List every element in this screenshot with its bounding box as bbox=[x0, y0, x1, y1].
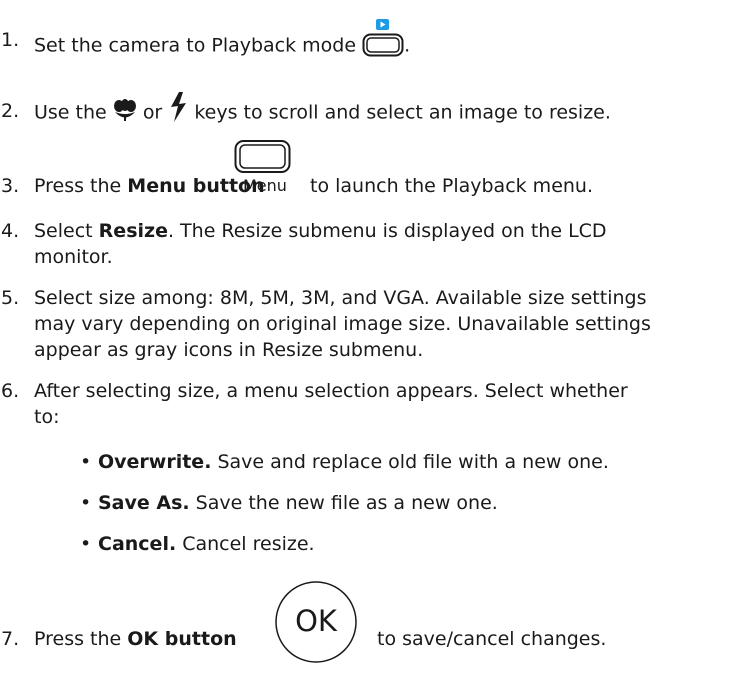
step-1: 1. Set the camera to Playback mode . bbox=[0, 17, 729, 57]
ok-button-label: OK button bbox=[127, 628, 237, 650]
step-4: 4. Select Resize. The Resize submenu is … bbox=[0, 218, 729, 274]
option-cancel: • Cancel. Cancel resize. bbox=[80, 533, 315, 555]
bullet-dot: • bbox=[80, 451, 92, 473]
option-save-as: • Save As. Save the new file as a new one… bbox=[80, 492, 498, 514]
step-number: 3. bbox=[1, 175, 20, 197]
step-text-end: to launch the Playback menu. bbox=[310, 175, 594, 197]
step-text-line2: monitor. bbox=[34, 246, 113, 268]
bullet-dot: • bbox=[80, 492, 92, 514]
step-text: Select Resize. The Resize submenu is dis… bbox=[34, 220, 607, 242]
ok-button-icon: OK bbox=[274, 580, 358, 664]
step-2: 2. Use the or keys to scroll and select … bbox=[0, 92, 729, 128]
step-text-line3: appear as gray icons in Resize submenu. bbox=[34, 339, 424, 361]
step-text: Set the camera to Playback mode . bbox=[34, 19, 410, 65]
step-text-line2: to: bbox=[34, 406, 60, 428]
menu-button-icon: Menu bbox=[229, 140, 295, 198]
step-text-line1: Select size among: 8M, 5M, 3M, and VGA. … bbox=[34, 287, 647, 309]
step-text-line1: After selecting size, a menu selection a… bbox=[34, 380, 628, 402]
step-number: 1. bbox=[1, 29, 20, 51]
step-7: 7. Press the OK button OK to save/cancel… bbox=[0, 580, 729, 664]
macro-flower-icon bbox=[113, 99, 137, 121]
ok-button-text: OK bbox=[295, 604, 337, 638]
playback-button-icon bbox=[362, 19, 404, 57]
menu-button-text: Menu bbox=[243, 176, 287, 195]
bullet-dot: • bbox=[80, 533, 92, 555]
step-text: Press the OK button bbox=[34, 628, 237, 650]
flash-bolt-icon bbox=[168, 92, 188, 122]
step-number: 5. bbox=[1, 287, 20, 309]
step-number: 7. bbox=[1, 628, 20, 650]
step-number: 6. bbox=[1, 380, 20, 402]
step-6: 6. After selecting size, a menu selectio… bbox=[0, 378, 729, 434]
step-text-end: to save/cancel changes. bbox=[377, 628, 607, 650]
step-number: 2. bbox=[1, 100, 20, 122]
step-text: Use the or keys to scroll and select an … bbox=[34, 92, 611, 128]
step-3: 3. Press the Menu button Menu to launch … bbox=[0, 140, 729, 200]
option-overwrite: • Overwrite. Save and replace old file wi… bbox=[80, 451, 609, 473]
step-5: 5. Select size among: 8M, 5M, 3M, and VG… bbox=[0, 285, 729, 367]
step-text-line2: may vary depending on original image siz… bbox=[34, 313, 651, 335]
step-number: 4. bbox=[1, 220, 20, 242]
